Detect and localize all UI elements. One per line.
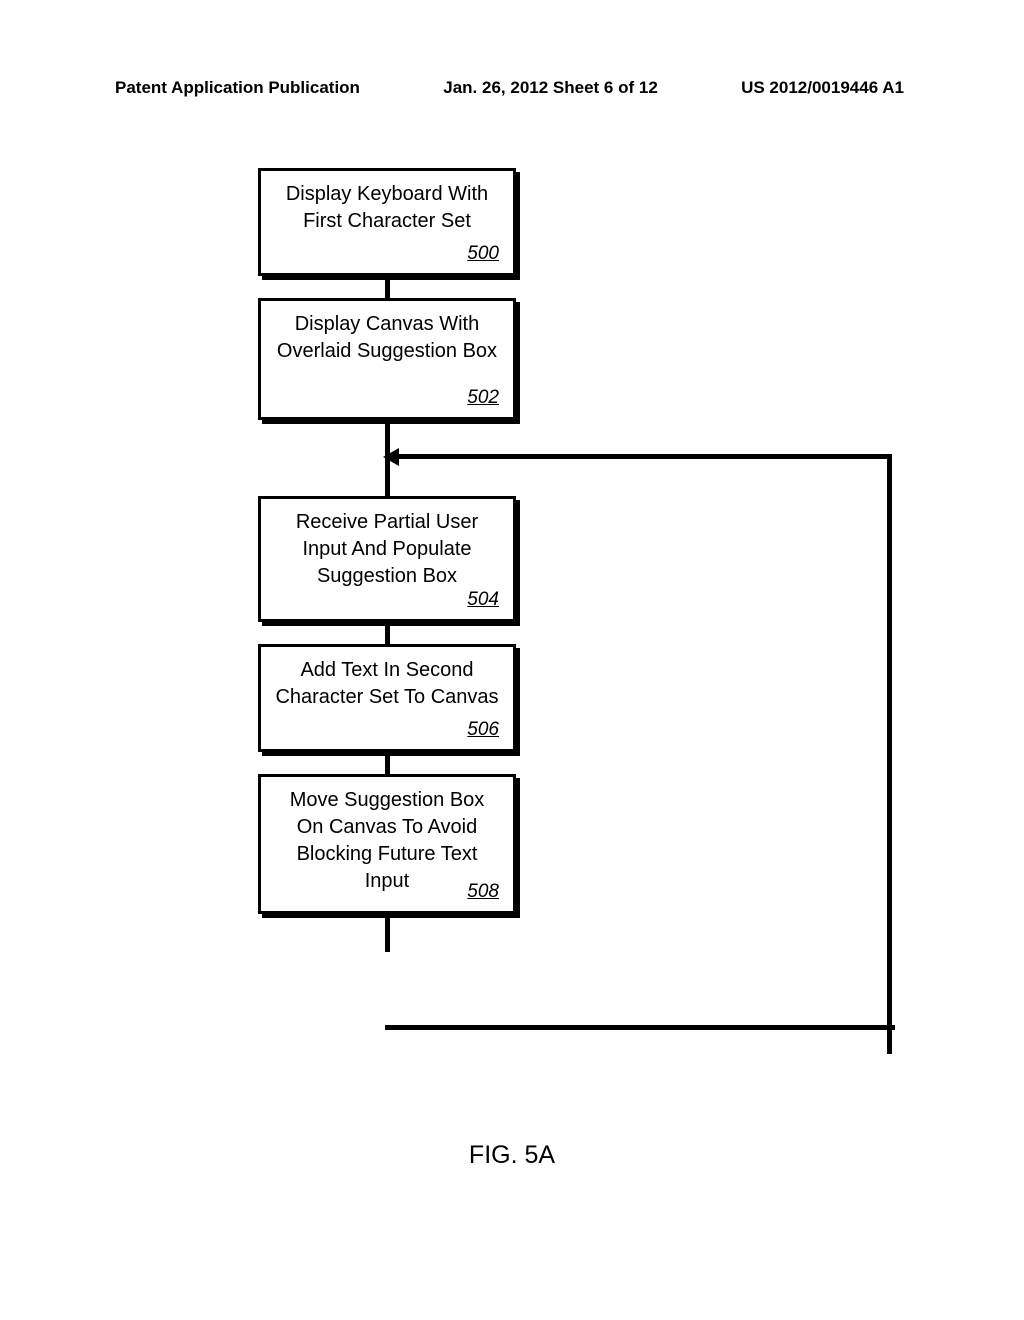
flow-step-ref: 508 bbox=[467, 879, 499, 905]
flow-step-504: Receive Partial User Input And Populate … bbox=[258, 496, 516, 622]
header-left: Patent Application Publication bbox=[115, 78, 360, 98]
connector bbox=[385, 752, 390, 774]
flow-step-ref: 502 bbox=[467, 385, 499, 411]
flow-step-text: Move Suggestion Box On Canvas To Avoid B… bbox=[290, 789, 485, 892]
loop-top-horizontal bbox=[387, 454, 892, 459]
figure-caption: FIG. 5A bbox=[0, 1141, 1024, 1170]
connector bbox=[385, 276, 390, 298]
loop-right-vertical bbox=[887, 454, 892, 1054]
page-header: Patent Application Publication Jan. 26, … bbox=[0, 78, 1024, 98]
flowchart: Display Keyboard With First Character Se… bbox=[228, 168, 698, 952]
flow-step-text: Display Keyboard With First Character Se… bbox=[286, 183, 488, 232]
flow-step-ref: 506 bbox=[467, 717, 499, 743]
header-center: Jan. 26, 2012 Sheet 6 of 12 bbox=[443, 78, 658, 98]
flow-step-506: Add Text In Second Character Set To Canv… bbox=[258, 644, 516, 752]
flow-step-502: Display Canvas With Overlaid Suggestion … bbox=[258, 298, 516, 420]
flow-step-text: Display Canvas With Overlaid Suggestion … bbox=[277, 313, 497, 362]
connector-down bbox=[385, 914, 390, 952]
flow-step-text: Add Text In Second Character Set To Canv… bbox=[275, 659, 498, 708]
flow-step-text: Receive Partial User Input And Populate … bbox=[296, 511, 478, 587]
flow-step-ref: 500 bbox=[467, 241, 499, 267]
flow-step-508: Move Suggestion Box On Canvas To Avoid B… bbox=[258, 774, 516, 914]
flow-step-500: Display Keyboard With First Character Se… bbox=[258, 168, 516, 276]
loop-bottom-horizontal bbox=[385, 1025, 895, 1030]
flow-step-ref: 504 bbox=[467, 587, 499, 613]
connector-merge bbox=[385, 420, 390, 496]
header-right: US 2012/0019446 A1 bbox=[741, 78, 904, 98]
connector bbox=[385, 622, 390, 644]
